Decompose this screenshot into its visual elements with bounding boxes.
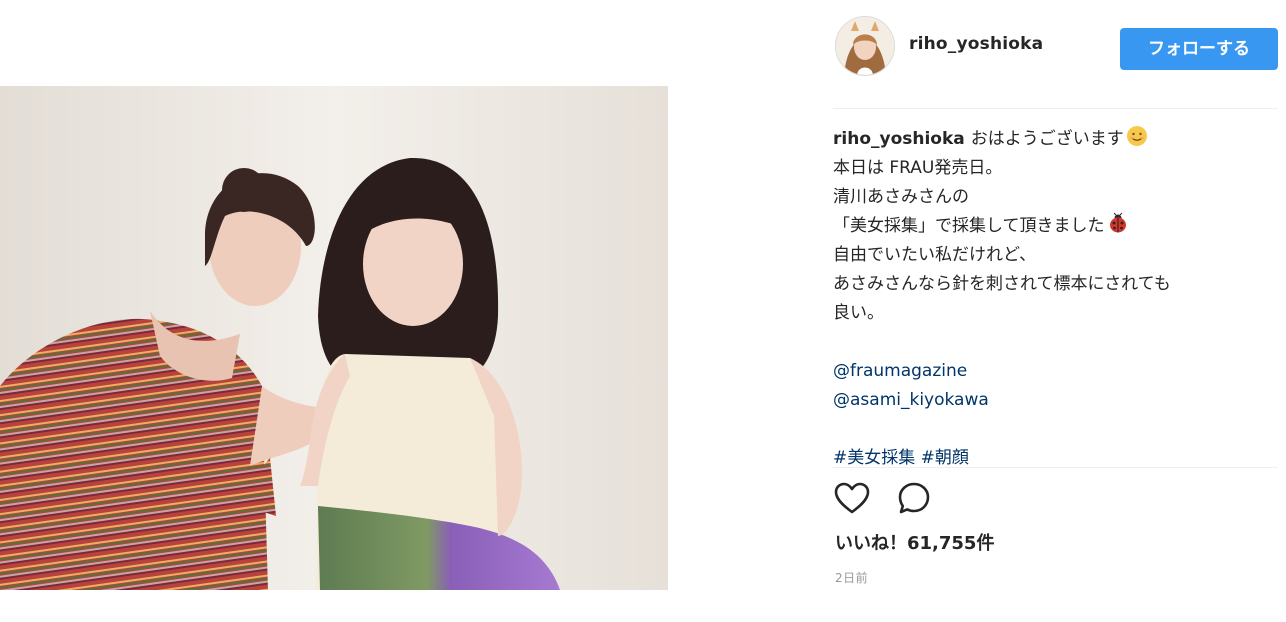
avatar-image (836, 17, 894, 75)
caption-text: 「美女採集」で採集して頂きました (833, 216, 1105, 236)
header-username[interactable]: riho_yoshioka (909, 34, 1043, 54)
instagram-post-page: riho_yoshioka フォローする riho_yoshioka おはようござ… (0, 0, 1286, 622)
caption-line-5: 自由でいたい私だけれど、 (833, 245, 1037, 265)
smiling-face-emoji (1126, 125, 1148, 157)
caption-line-7: 良い。 (833, 303, 884, 323)
caption-mention-line: @asami_kiyokawa (833, 386, 1278, 415)
post-photo[interactable] (0, 86, 668, 590)
post-header: riho_yoshioka フォローする (833, 14, 1278, 80)
post-photo-illustration (0, 86, 668, 590)
caption-line-3: 清川あさみさんの (833, 187, 969, 207)
header-divider (833, 108, 1278, 109)
caption-text: おはようございます (970, 129, 1124, 149)
post-caption: riho_yoshioka おはようございます 本日は FRAU発売日。 清川あさ… (833, 125, 1278, 473)
hashtag-link-asagao[interactable]: #朝顔 (921, 448, 969, 468)
caption-line-1: riho_yoshioka おはようございます (833, 125, 1278, 154)
caption-hashtag-line: #美女採集 #朝顔 (833, 444, 1278, 473)
post-sidebar: riho_yoshioka フォローする riho_yoshioka おはようござ… (833, 0, 1278, 622)
follow-button[interactable]: フォローする (1120, 28, 1278, 70)
mention-link-asami-kiyokawa[interactable]: @asami_kiyokawa (833, 390, 989, 410)
caption-line-4: 「美女採集」で採集して頂きました (833, 212, 1278, 241)
avatar[interactable] (835, 16, 895, 76)
caption-line-2: 本日は FRAU発売日。 (833, 158, 1003, 178)
like-count[interactable]: いいね！61,755件 (835, 529, 994, 555)
caption-divider (833, 467, 1278, 468)
post-actions (833, 478, 1278, 518)
heart-icon[interactable] (833, 480, 871, 518)
hashtag-link-bijo-saishu[interactable]: #美女採集 (833, 448, 915, 468)
mention-link-fraumagazine[interactable]: @fraumagazine (833, 361, 967, 381)
caption-username[interactable]: riho_yoshioka (833, 129, 965, 149)
comment-icon[interactable] (896, 480, 934, 518)
ladybug-emoji (1107, 212, 1129, 244)
caption-line-6: あさみさんなら針を刺されて標本にされても (833, 274, 1171, 294)
post-timestamp[interactable]: 2日前 (835, 569, 868, 586)
caption-mention-line: @fraumagazine (833, 357, 1278, 386)
